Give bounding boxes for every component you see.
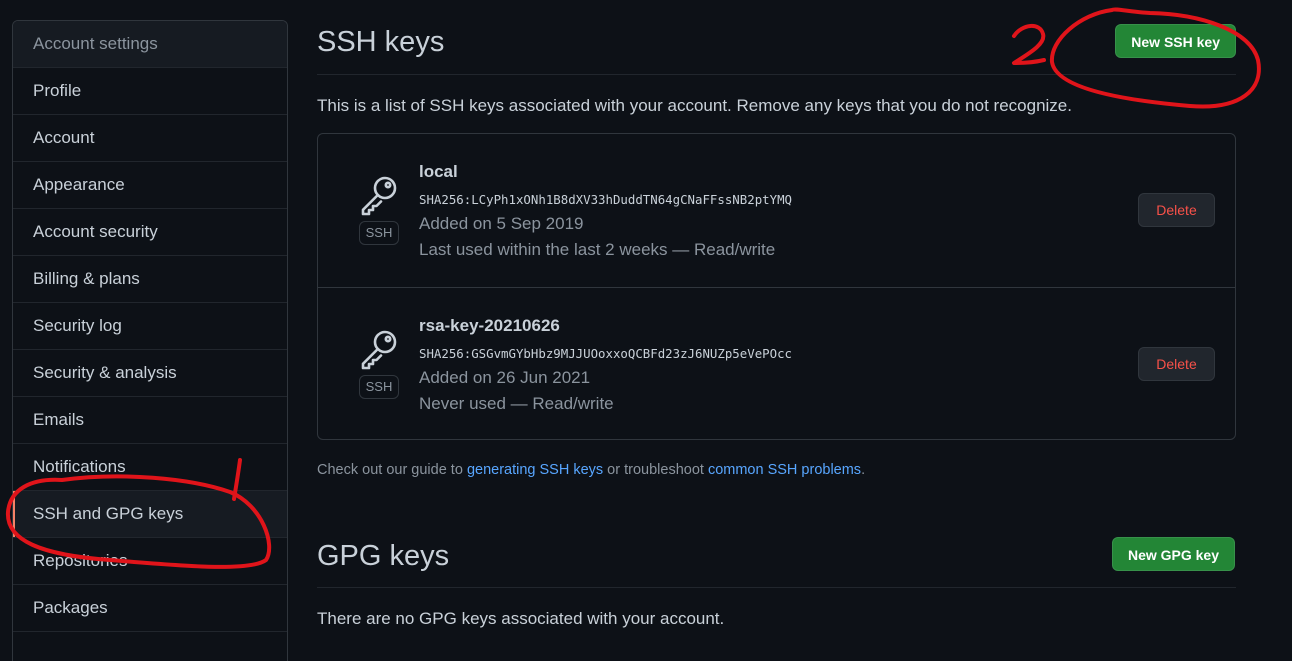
key-usage: Never used — Read/write — [419, 394, 614, 413]
key-title: local — [419, 162, 458, 181]
sidebar-header: Account settings — [13, 21, 287, 68]
delete-key-button[interactable]: Delete — [1138, 347, 1215, 381]
key-fingerprint: SHA256:LCyPh1xONh1B8dXV33hDuddTN64gCNaFF… — [419, 192, 792, 207]
generating-ssh-keys-link[interactable]: generating SSH keys — [467, 462, 603, 478]
sidebar-item-notifications[interactable]: Notifications — [13, 444, 287, 491]
sidebar-item-security-analysis[interactable]: Security & analysis — [13, 350, 287, 397]
sidebar-item-account-security[interactable]: Account security — [13, 209, 287, 256]
ssh-badge: SSH — [359, 375, 399, 399]
ssh-key-item: SSH local SHA256:LCyPh1xONh1B8dXV33hDudd… — [318, 134, 1235, 286]
sidebar-item-packages[interactable]: Packages — [13, 585, 287, 632]
common-ssh-problems-link[interactable]: common SSH problems — [708, 462, 861, 478]
sidebar-item-repositories[interactable]: Repositories — [13, 538, 287, 585]
sidebar-item-security-log[interactable]: Security log — [13, 303, 287, 350]
ssh-key-list: SSH local SHA256:LCyPh1xONh1B8dXV33hDudd… — [317, 133, 1236, 440]
sidebar-item-ssh-gpg-keys[interactable]: SSH and GPG keys — [13, 491, 287, 538]
key-usage: Last used within the last 2 weeks — Read… — [419, 240, 776, 259]
sidebar-item-emails[interactable]: Emails — [13, 397, 287, 444]
guide-suffix: . — [861, 462, 866, 478]
new-ssh-key-button[interactable]: New SSH key — [1115, 24, 1236, 58]
guide-middle: or troubleshoot — [603, 462, 708, 478]
key-icon — [361, 330, 397, 370]
sidebar-item-account[interactable]: Account — [13, 115, 287, 162]
new-gpg-key-button[interactable]: New GPG key — [1111, 537, 1235, 571]
settings-sidebar: Account settings Profile Account Appeara… — [12, 20, 288, 661]
ssh-intro-text: This is a list of SSH keys associated wi… — [317, 96, 1072, 115]
key-title: rsa-key-20210626 — [419, 316, 560, 335]
sidebar-item-profile[interactable]: Profile — [13, 68, 287, 115]
sidebar-item-appearance[interactable]: Appearance — [13, 162, 287, 209]
gpg-empty-text: There are no GPG keys associated with yo… — [317, 609, 725, 628]
ssh-guide-text: Check out our guide to generating SSH ke… — [317, 462, 865, 478]
key-icon — [361, 176, 397, 216]
delete-key-button[interactable]: Delete — [1138, 193, 1215, 227]
ssh-section-header: SSH keys New SSH key — [317, 0, 1236, 75]
gpg-keys-title: GPG keys — [317, 540, 450, 572]
ssh-key-item: SSH rsa-key-20210626 SHA256:GSGvmGYbHbz9… — [318, 287, 1235, 440]
gpg-section-header: GPG keys New GPG key — [317, 520, 1236, 588]
key-added-date: Added on 5 Sep 2019 — [419, 214, 584, 233]
ssh-keys-title: SSH keys — [317, 26, 445, 58]
key-fingerprint: SHA256:GSGvmGYbHbz9MJJUOoxxoQCBFd23zJ6NU… — [419, 346, 792, 361]
key-added-date: Added on 26 Jun 2021 — [419, 368, 591, 387]
ssh-badge: SSH — [359, 221, 399, 245]
sidebar-item-billing[interactable]: Billing & plans — [13, 256, 287, 303]
guide-prefix: Check out our guide to — [317, 462, 467, 478]
